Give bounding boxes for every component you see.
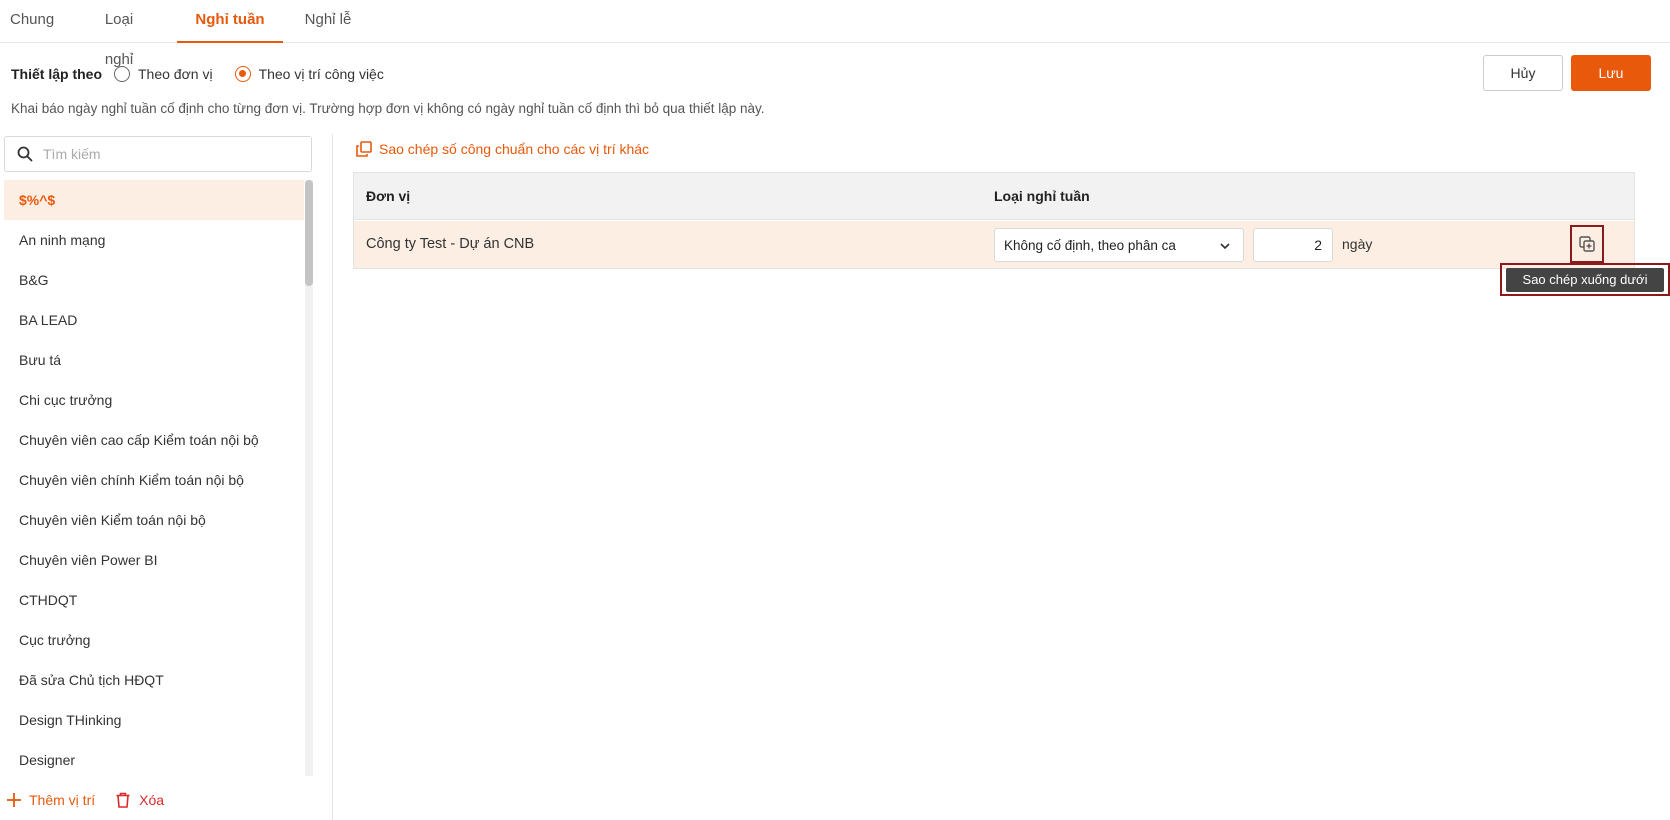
copy-standard-label: Sao chép số công chuẩn cho các vị trí kh… — [379, 141, 650, 157]
list-item[interactable]: $%^$ — [4, 180, 304, 220]
list-scrollbar-thumb[interactable] — [305, 180, 313, 286]
list-item[interactable]: Chuyên viên Power BI — [4, 540, 304, 580]
description-text: Khai báo ngày nghỉ tuần cố định cho từng… — [11, 101, 765, 116]
list-item[interactable]: Chuyên viên cao cấp Kiểm toán nội bộ — [4, 420, 304, 460]
list-item[interactable]: CTHDQT — [4, 580, 304, 620]
copy-down-button[interactable] — [1570, 225, 1604, 263]
weekly-off-type-select[interactable]: Không cố định, theo phân ca — [994, 228, 1244, 262]
table-header: Đơn vị Loại nghỉ tuần — [354, 173, 1634, 220]
tooltip-highlight: Sao chép xuống dưới — [1500, 263, 1670, 296]
tab-leave-types[interactable]: Loại nghỉ — [89, 0, 149, 68]
position-list: $%^$ An ninh mạng B&G BA LEAD Bưu tá Chi… — [4, 180, 304, 776]
add-position-button[interactable]: Thêm vị trí — [7, 792, 95, 808]
days-unit-label: ngày — [1342, 236, 1373, 252]
chevron-down-icon — [1220, 243, 1230, 250]
tab-bar: Chung Loại nghỉ Nghỉ tuần Nghỉ lễ — [0, 0, 1670, 68]
copy-down-icon — [1579, 236, 1595, 252]
days-input[interactable]: 2 — [1253, 228, 1333, 262]
tab-weekly-off[interactable]: Nghỉ tuần — [177, 0, 283, 43]
search-icon — [17, 146, 33, 162]
position-panel: $%^$ An ninh mạng B&G BA LEAD Bưu tá Chi… — [0, 134, 333, 820]
add-position-label: Thêm vị trí — [29, 792, 96, 808]
select-value: Không cố định, theo phân ca — [1004, 237, 1176, 253]
radio-by-unit[interactable]: Theo đơn vị — [114, 66, 213, 82]
radio-by-position-label: Theo vị trí công việc — [258, 66, 384, 82]
list-item[interactable]: Design THinking — [4, 700, 304, 740]
list-item[interactable]: Đã sửa Chủ tịch HĐQT — [4, 660, 304, 700]
delete-position-button[interactable]: Xóa — [115, 792, 164, 808]
list-item[interactable]: Cục trưởng — [4, 620, 304, 660]
list-item[interactable]: Bưu tá — [4, 340, 304, 380]
setting-label: Thiết lập theo — [11, 66, 102, 82]
save-button[interactable]: Lưu — [1571, 55, 1651, 91]
setting-row: Thiết lập theo Theo đơn vị Theo vị trí c… — [11, 61, 406, 87]
list-item[interactable]: BA LEAD — [4, 300, 304, 340]
copy-standard-link[interactable]: Sao chép số công chuẩn cho các vị trí kh… — [356, 141, 649, 157]
table-row: Công ty Test - Dự án CNB Không cố định, … — [354, 221, 1634, 268]
search-input[interactable] — [43, 146, 293, 162]
list-item[interactable]: Chuyên viên chính Kiểm toán nội bộ — [4, 460, 304, 500]
radio-unchecked-icon — [114, 66, 130, 82]
column-header-unit: Đơn vị — [366, 188, 411, 204]
list-item[interactable]: Chi cục trưởng — [4, 380, 304, 420]
search-box — [4, 136, 312, 172]
trash-icon — [116, 792, 130, 808]
tab-general[interactable]: Chung — [10, 0, 54, 43]
radio-by-position[interactable]: Theo vị trí công việc — [234, 66, 384, 82]
list-item[interactable]: B&G — [4, 260, 304, 300]
copy-icon — [356, 141, 372, 157]
tab-holidays[interactable]: Nghỉ lễ — [304, 0, 352, 43]
left-actions: Thêm vị trí Xóa — [7, 792, 184, 808]
cancel-button[interactable]: Hủy — [1483, 55, 1563, 91]
plus-icon — [7, 793, 21, 807]
list-item[interactable]: Designer — [4, 740, 304, 776]
radio-by-unit-label: Theo đơn vị — [138, 66, 213, 82]
list-item[interactable]: Chuyên viên Kiểm toán nội bộ — [4, 500, 304, 540]
row-unit-name: Công ty Test - Dự án CNB — [366, 236, 535, 252]
radio-checked-icon — [234, 66, 251, 82]
delete-position-label: Xóa — [139, 792, 165, 808]
copy-down-tooltip: Sao chép xuống dưới — [1506, 268, 1664, 292]
weekly-off-table: Đơn vị Loại nghỉ tuần Công ty Test - Dự … — [353, 172, 1635, 269]
column-header-type: Loại nghỉ tuần — [994, 188, 1090, 204]
list-item[interactable]: An ninh mạng — [4, 220, 304, 260]
